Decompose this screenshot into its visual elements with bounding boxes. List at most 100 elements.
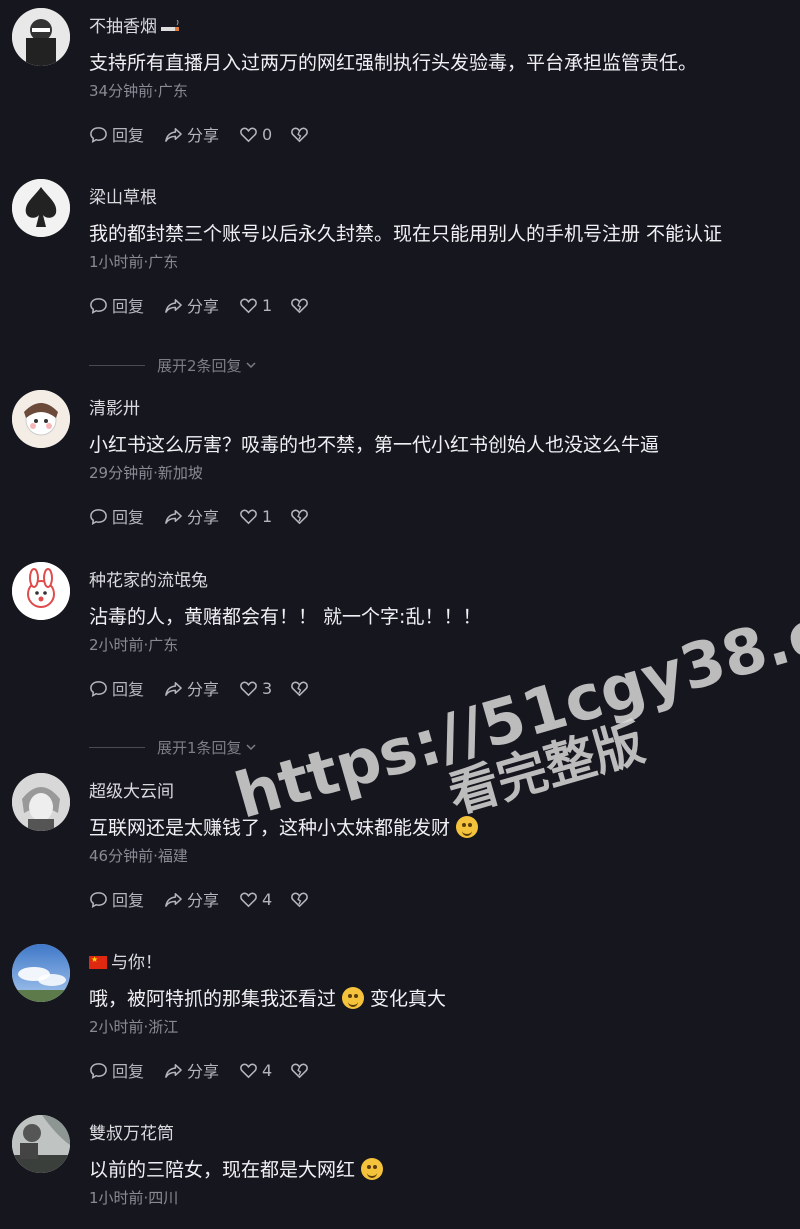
comment-meta: 29分钟前·新加坡	[89, 464, 203, 482]
dislike-button[interactable]	[290, 125, 309, 144]
username[interactable]: 超级大云间	[89, 777, 174, 802]
like-button[interactable]: 3	[239, 679, 272, 698]
share-arrow-icon	[165, 681, 182, 696]
like-count: 0	[262, 124, 273, 144]
comment-meta: 1小时前·四川	[89, 1189, 179, 1207]
username[interactable]: 清影卅	[89, 394, 140, 419]
comment-text-body: 互联网还是太赚钱了，这种小太妹都能发财	[89, 817, 451, 839]
share-label: 分享	[187, 1062, 220, 1081]
comment-text-body: 哦，被阿特抓的那集我还看过	[89, 988, 337, 1010]
heart-icon	[240, 1063, 257, 1078]
avatar[interactable]	[12, 773, 70, 831]
comment-meta: 46分钟前·福建	[89, 847, 188, 865]
comment-text: 互联网还是太赚钱了，这种小太妹都能发财	[89, 813, 479, 840]
like-button[interactable]: 0	[239, 125, 272, 144]
heart-icon	[240, 681, 257, 696]
reply-button[interactable]: 回复	[89, 122, 144, 146]
comment-meta: 2小时前·浙江	[89, 1018, 179, 1036]
heart-icon	[240, 298, 257, 313]
expand-label: 展开2条回复	[157, 356, 242, 375]
share-button[interactable]: 分享	[164, 122, 219, 146]
username[interactable]: 与你！	[89, 948, 162, 973]
share-button[interactable]: 分享	[164, 504, 219, 528]
like-button[interactable]: 1	[239, 507, 272, 526]
reply-button[interactable]: 回复	[89, 676, 144, 700]
dislike-button[interactable]	[290, 1061, 309, 1080]
like-button[interactable]: 1	[239, 296, 272, 315]
laughing-emoji-icon	[456, 816, 479, 838]
share-arrow-icon	[165, 127, 182, 142]
share-arrow-icon	[165, 509, 182, 524]
comment-text: 沾毒的人，黄赌都会有！！ 就一个字:乱！！！	[89, 606, 482, 628]
heart-icon	[240, 892, 257, 907]
action-bar: 回复 分享 3	[89, 676, 329, 700]
comment-meta: 1小时前·广东	[89, 253, 179, 271]
dislike-button[interactable]	[290, 296, 309, 315]
share-button[interactable]: 分享	[164, 293, 219, 317]
like-button[interactable]: 4	[239, 1061, 272, 1080]
share-button[interactable]: 分享	[164, 676, 219, 700]
heart-icon	[240, 509, 257, 524]
username[interactable]: 种花家的流氓兔	[89, 566, 208, 591]
china-flag-icon	[89, 955, 107, 969]
avatar[interactable]	[12, 390, 70, 448]
like-count: 3	[262, 678, 273, 698]
like-button[interactable]: 4	[239, 890, 272, 909]
comment-bubble-icon	[90, 1062, 107, 1079]
avatar[interactable]	[12, 179, 70, 237]
avatar[interactable]	[12, 562, 70, 620]
dislike-button[interactable]	[290, 890, 309, 909]
like-count: 4	[262, 889, 273, 909]
comment-bubble-icon	[90, 508, 107, 525]
expand-replies[interactable]: 展开1条回复	[89, 737, 258, 757]
avatar[interactable]	[12, 1115, 70, 1173]
divider	[89, 364, 145, 366]
comment-text: 哦，被阿特抓的那集我还看过 变化真大	[89, 984, 446, 1011]
action-bar: 回复 分享 4	[89, 887, 329, 911]
divider	[89, 746, 145, 748]
thinking-emoji-icon	[361, 1158, 384, 1180]
comment-text: 支持所有直播月入过两万的网红强制执行头发验毒，平台承担监管责任。	[89, 52, 698, 74]
watermark-subtitle: 看完整版	[442, 713, 650, 824]
expand-replies[interactable]: 展开2条回复	[89, 355, 258, 375]
share-arrow-icon	[165, 298, 182, 313]
share-arrow-icon	[165, 1063, 182, 1078]
comment-text: 我的都封禁三个账号以后永久封禁。现在只能用别人的手机号注册 不能认证	[89, 223, 723, 245]
broken-heart-icon	[291, 1063, 309, 1078]
broken-heart-icon	[291, 681, 309, 696]
like-count: 4	[262, 1060, 273, 1080]
reply-button[interactable]: 回复	[89, 293, 144, 317]
dislike-button[interactable]	[290, 507, 309, 526]
share-label: 分享	[187, 508, 220, 527]
reply-button[interactable]: 回复	[89, 1058, 144, 1082]
reply-label: 回复	[112, 680, 145, 699]
share-label: 分享	[187, 680, 220, 699]
broken-heart-icon	[291, 298, 309, 313]
dislike-button[interactable]	[290, 679, 309, 698]
broken-heart-icon	[291, 509, 309, 524]
action-bar: 回复 分享 0	[89, 122, 329, 146]
avatar[interactable]	[12, 944, 70, 1002]
chevron-down-icon	[246, 744, 256, 751]
like-count: 1	[262, 506, 273, 526]
share-label: 分享	[187, 126, 220, 145]
comment-text-body: 以前的三陪女，现在都是大网红	[89, 1159, 356, 1181]
broken-heart-icon	[291, 127, 309, 142]
cigarette-icon	[161, 19, 181, 39]
comment-bubble-icon	[90, 126, 107, 143]
username[interactable]: 不抽香烟	[89, 12, 181, 39]
chevron-down-icon	[246, 362, 256, 369]
username[interactable]: 梁山草根	[89, 183, 157, 208]
reply-button[interactable]: 回复	[89, 504, 144, 528]
reply-label: 回复	[112, 891, 145, 910]
comment-text: 以前的三陪女，现在都是大网红	[89, 1155, 384, 1182]
share-button[interactable]: 分享	[164, 1058, 219, 1082]
share-arrow-icon	[165, 892, 182, 907]
share-button[interactable]: 分享	[164, 887, 219, 911]
avatar[interactable]	[12, 8, 70, 66]
username[interactable]: 雙叔万花筒	[89, 1119, 174, 1144]
comment-text-tail: 变化真大	[370, 988, 447, 1010]
comment-meta: 34分钟前·广东	[89, 82, 188, 100]
comment-bubble-icon	[90, 680, 107, 697]
reply-button[interactable]: 回复	[89, 887, 144, 911]
